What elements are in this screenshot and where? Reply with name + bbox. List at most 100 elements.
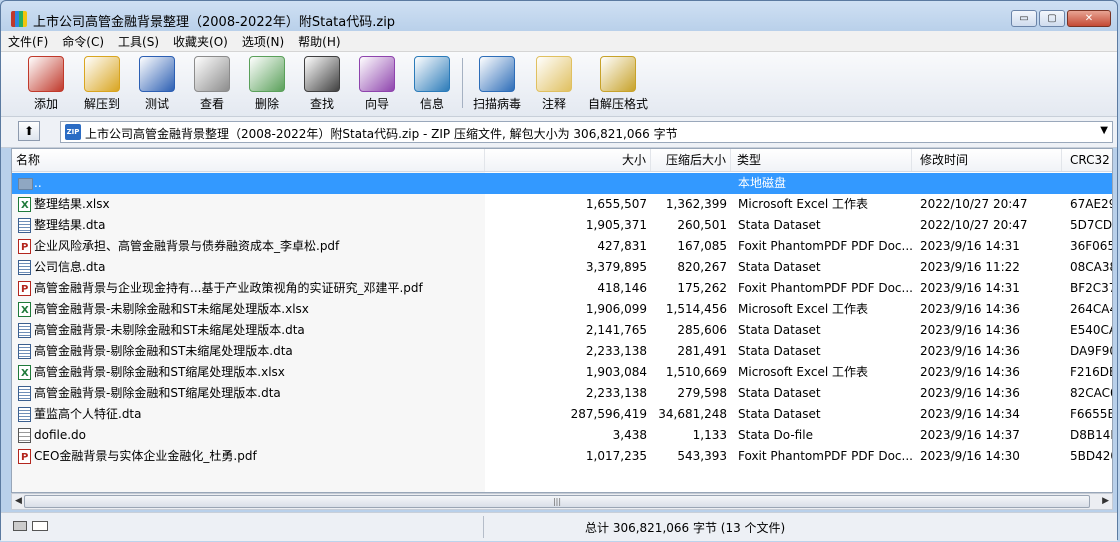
file-modified: 2023/9/16 14:37 bbox=[920, 428, 1020, 442]
toolbar: 添加 解压到 测试 查看 删除 查找 向导 信息 扫描病毒 注释 自解压格式 bbox=[1, 52, 1117, 117]
column-crc32[interactable]: CRC32 bbox=[1062, 149, 1112, 171]
scroll-left-icon[interactable]: ◀ bbox=[15, 496, 22, 506]
title-bar[interactable]: 上市公司高管金融背景整理（2008-2022年）附Stata代码.zip ▭ ▢… bbox=[1, 1, 1117, 35]
scroll-thumb[interactable]: ||| bbox=[24, 495, 1090, 508]
file-crc: F216DE bbox=[1070, 365, 1113, 379]
drive-icon[interactable] bbox=[13, 521, 27, 531]
toolbar-button-2[interactable]: 测试 bbox=[128, 54, 186, 114]
file-row[interactable]: 整理结果.dta 1,905,371 260,501 Stata Dataset 202… bbox=[12, 215, 1112, 236]
file-name: 高管金融背景-未剔除金融和ST未缩尾处理版本.dta bbox=[34, 323, 305, 337]
file-list[interactable]: 名称 大小 压缩后大小 类型 修改时间 CRC32 .. 本地磁盘整理结果.xls… bbox=[11, 148, 1113, 493]
address-text: 上市公司高管金融背景整理（2008-2022年）附Stata代码.zip - Z… bbox=[85, 127, 678, 141]
comment-icon bbox=[536, 56, 572, 92]
file-modified: 2022/10/27 20:47 bbox=[920, 218, 1028, 232]
address-field[interactable]: ZIP 上市公司高管金融背景整理（2008-2022年）附Stata代码.zip… bbox=[60, 121, 1113, 143]
file-name: CEO金融背景与实体企业金融化_杜勇.pdf bbox=[34, 449, 257, 463]
file-row[interactable]: 高管金融背景-未剔除金融和ST未缩尾处理版本.xlsx 1,906,099 1,51… bbox=[12, 299, 1112, 321]
find-binoculars-icon bbox=[304, 56, 340, 92]
maximize-button[interactable]: ▢ bbox=[1039, 10, 1065, 27]
file-name: 企业风险承担、高管金融背景与债券融资成本_李卓松.pdf bbox=[34, 239, 340, 253]
menu-favorites[interactable]: 收藏夹(O) bbox=[166, 31, 235, 51]
pdf-file-icon bbox=[18, 279, 31, 300]
toolbar-button-7[interactable]: 信息 bbox=[403, 54, 461, 114]
pdf-file-icon bbox=[18, 237, 31, 258]
toolbar-button-8[interactable]: 扫描病毒 bbox=[468, 54, 526, 114]
file-packed: 543,393 bbox=[677, 449, 727, 463]
menu-help[interactable]: 帮助(H) bbox=[291, 31, 347, 51]
column-size[interactable]: 大小 bbox=[485, 149, 651, 171]
toolbar-button-label: 添加 bbox=[33, 97, 58, 111]
toolbar-button-label: 查看 bbox=[199, 97, 224, 111]
menu-commands[interactable]: 命令(C) bbox=[55, 31, 111, 51]
window-title: 上市公司高管金融背景整理（2008-2022年）附Stata代码.zip bbox=[33, 15, 396, 30]
file-row[interactable]: 企业风险承担、高管金融背景与债券融资成本_李卓松.pdf 427,831 167,0… bbox=[12, 236, 1112, 258]
file-row[interactable]: 高管金融背景-剔除金融和ST未缩尾处理版本.dta 2,233,138 281,49… bbox=[12, 341, 1112, 362]
file-crc bbox=[1070, 173, 1112, 194]
minimize-button[interactable]: ▭ bbox=[1011, 10, 1037, 27]
file-type: Foxit PhantomPDF PDF Doc... bbox=[738, 281, 912, 295]
file-crc: 5BD420 bbox=[1070, 449, 1112, 463]
file-row[interactable]: 高管金融背景-剔除金融和ST缩尾处理版本.xlsx 1,903,084 1,510,… bbox=[12, 362, 1113, 384]
horizontal-scrollbar[interactable]: ◀ ||| ▶ bbox=[11, 493, 1113, 510]
file-row[interactable]: CEO金融背景与实体企业金融化_杜勇.pdf 1,017,235 543,393 Fo… bbox=[12, 446, 1112, 468]
winrar-window: 上市公司高管金融背景整理（2008-2022年）附Stata代码.zip ▭ ▢… bbox=[0, 0, 1118, 541]
toolbar-button-4[interactable]: 删除 bbox=[238, 54, 296, 114]
column-packed-size[interactable]: 压缩后大小 bbox=[651, 149, 731, 171]
file-size: 2,233,138 bbox=[585, 344, 647, 358]
toolbar-button-3[interactable]: 查看 bbox=[183, 54, 241, 114]
address-dropdown-icon[interactable]: ▼ bbox=[1100, 125, 1108, 136]
parent-folder-row[interactable]: .. 本地磁盘 bbox=[12, 173, 1112, 194]
dta-file-icon bbox=[18, 260, 31, 275]
file-size: 1,655,507 bbox=[585, 197, 647, 211]
file-crc: DA9F90 bbox=[1070, 344, 1113, 358]
column-name[interactable]: 名称 bbox=[12, 149, 485, 171]
file-row[interactable]: 董监高个人特征.dta 287,596,419 34,681,248 Stata Da… bbox=[12, 404, 1112, 425]
toolbar-button-5[interactable]: 查找 bbox=[293, 54, 351, 114]
file-name: 公司信息.dta bbox=[34, 260, 106, 274]
file-row[interactable]: dofile.do 3,438 1,133 Stata Do-file 2023/9/1… bbox=[12, 425, 1112, 446]
file-name: 高管金融背景-剔除金融和ST缩尾处理版本.xlsx bbox=[34, 365, 285, 379]
menu-tools[interactable]: 工具(S) bbox=[111, 31, 166, 51]
zip-archive-icon: ZIP bbox=[65, 124, 81, 140]
toolbar-button-1[interactable]: 解压到 bbox=[73, 54, 131, 114]
dta-file-icon bbox=[18, 218, 31, 233]
menu-bar: 文件(F) 命令(C) 工具(S) 收藏夹(O) 选项(N) 帮助(H) bbox=[1, 31, 1117, 52]
file-packed: 820,267 bbox=[677, 260, 727, 274]
file-row[interactable]: 高管金融背景-剔除金融和ST缩尾处理版本.dta 2,233,138 279,598… bbox=[12, 383, 1112, 404]
menu-file[interactable]: 文件(F) bbox=[1, 31, 55, 51]
file-name: 董监高个人特征.dta bbox=[34, 407, 142, 421]
file-modified: 2023/9/16 14:30 bbox=[920, 449, 1020, 463]
file-type: Foxit PhantomPDF PDF Doc... bbox=[738, 449, 912, 463]
scroll-right-icon[interactable]: ▶ bbox=[1102, 496, 1109, 506]
toolbar-button-label: 信息 bbox=[419, 97, 444, 111]
file-row[interactable]: 高管金融背景-未剔除金融和ST未缩尾处理版本.dta 2,141,765 285,6… bbox=[12, 320, 1112, 341]
file-modified: 2023/9/16 14:36 bbox=[920, 386, 1020, 400]
file-row[interactable]: 公司信息.dta 3,379,895 820,267 Stata Dataset 202… bbox=[12, 257, 1112, 278]
menu-options[interactable]: 选项(N) bbox=[235, 31, 291, 51]
xlsx-file-icon bbox=[18, 195, 31, 216]
file-packed: 1,510,669 bbox=[665, 365, 727, 379]
up-folder-button[interactable]: ⬆ bbox=[18, 121, 40, 141]
column-modified[interactable]: 修改时间 bbox=[912, 149, 1062, 171]
virus-scan-icon bbox=[479, 56, 515, 92]
file-size: 2,233,138 bbox=[585, 386, 647, 400]
file-row[interactable]: 高管金融背景与企业现金持有...基于产业政策视角的实证研究_邓建平.pdf 418… bbox=[12, 278, 1112, 300]
file-row[interactable]: 整理结果.xlsx 1,655,507 1,362,399 Microsoft Exc… bbox=[12, 194, 1112, 216]
toolbar-button-10[interactable]: 自解压格式 bbox=[585, 54, 651, 114]
toolbar-button-6[interactable]: 向导 bbox=[348, 54, 406, 114]
dta-file-icon bbox=[18, 344, 31, 359]
file-crc: 08CA38 bbox=[1070, 260, 1113, 274]
key-icon[interactable] bbox=[32, 521, 48, 531]
file-name: .. bbox=[34, 176, 42, 190]
toolbar-button-0[interactable]: 添加 bbox=[17, 54, 75, 114]
file-name: 高管金融背景-剔除金融和ST未缩尾处理版本.dta bbox=[34, 344, 293, 358]
status-bar: 总计 306,821,066 字节 (13 个文件) bbox=[1, 512, 1117, 541]
column-type[interactable]: 类型 bbox=[731, 149, 912, 171]
file-type: Stata Dataset bbox=[738, 344, 821, 358]
toolbar-button-9[interactable]: 注释 bbox=[525, 54, 583, 114]
file-size: 2,141,765 bbox=[585, 323, 647, 337]
file-name: 整理结果.xlsx bbox=[34, 197, 110, 211]
delete-icon bbox=[249, 56, 285, 92]
file-packed: 1,362,399 bbox=[665, 197, 727, 211]
close-button[interactable]: ✕ bbox=[1067, 10, 1111, 27]
